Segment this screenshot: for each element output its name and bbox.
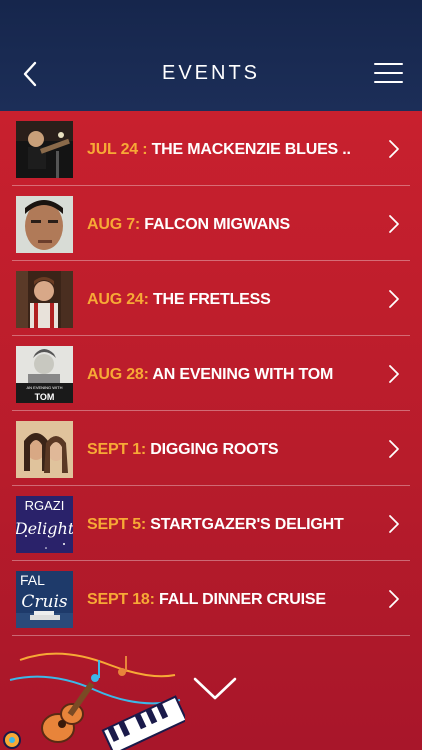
- event-row-3[interactable]: AUG 24: THE FRETLESS: [12, 261, 410, 336]
- event-title: THE FRETLESS: [148, 291, 271, 308]
- event-date: SEPT 18:: [87, 591, 155, 608]
- event-date: AUG 24:: [87, 291, 149, 308]
- event-row-1[interactable]: JUL 24 : THE MACKENZIE BLUES ..: [12, 111, 410, 186]
- chevron-down-icon: [193, 677, 237, 700]
- duo-portrait-thumbnail: [16, 421, 73, 478]
- an-evening-with-tom-thumbnail: AN EVENING WITH TOM: [16, 346, 73, 403]
- hamburger-menu-icon: [374, 63, 403, 65]
- event-title: DIGGING ROOTS: [146, 441, 279, 458]
- event-title: FALCON MIGWANS: [140, 216, 290, 233]
- menu-button[interactable]: [374, 63, 403, 85]
- music-instruments-illustration: [3, 652, 185, 750]
- chevron-right-icon: [389, 365, 399, 383]
- fall-cruise-thumbnail: FAL Cruis: [16, 571, 73, 628]
- scroll-down-button[interactable]: [192, 676, 238, 702]
- performer-with-guitar-thumbnail: [16, 121, 73, 178]
- event-title: THE MACKENZIE BLUES ..: [147, 141, 351, 158]
- poster-caption: AN EVENING WITH: [26, 385, 62, 390]
- chevron-right-icon: [389, 515, 399, 533]
- chevron-right-icon: [389, 590, 399, 608]
- app-header: EVENTS: [0, 0, 422, 111]
- event-date: SEPT 1:: [87, 441, 147, 458]
- poster-heading: FAL: [20, 572, 45, 588]
- event-row-2[interactable]: AUG 7: FALCON MIGWANS: [12, 186, 410, 261]
- event-row-4[interactable]: AN EVENING WITH TOM AUG 28: AN EVENING W…: [12, 336, 410, 411]
- event-date: AUG 28:: [87, 366, 149, 383]
- event-title: STARTGAZER'S DELIGHT: [146, 516, 344, 533]
- event-date: SEPT 5:: [87, 516, 147, 533]
- event-row-7[interactable]: FAL Cruis SEPT 18: FALL DINNER CRUISE: [12, 561, 410, 636]
- event-date: AUG 7:: [87, 216, 141, 233]
- musician-with-suspenders-thumbnail: [16, 271, 73, 328]
- event-title: AN EVENING WITH TOM: [148, 366, 334, 383]
- man-portrait-thumbnail: [16, 196, 73, 253]
- chevron-right-icon: [389, 290, 399, 308]
- chevron-right-icon: [389, 215, 399, 233]
- poster-heading: RGAZI: [25, 498, 65, 513]
- poster-script: Cruis: [21, 592, 68, 612]
- poster-name: TOM: [35, 392, 55, 402]
- event-title: FALL DINNER CRUISE: [154, 591, 326, 608]
- chevron-right-icon: [389, 440, 399, 458]
- event-row-6[interactable]: RGAZI Delight SEPT 5: STARTGAZER'S DELIG…: [12, 486, 410, 561]
- chevron-right-icon: [389, 140, 399, 158]
- poster-script: Delight: [16, 519, 73, 538]
- stargazers-delight-thumbnail: RGAZI Delight: [16, 496, 73, 553]
- page-title: EVENTS: [161, 62, 261, 84]
- event-date: JUL 24 :: [87, 141, 148, 158]
- event-row-5[interactable]: SEPT 1: DIGGING ROOTS: [12, 411, 410, 486]
